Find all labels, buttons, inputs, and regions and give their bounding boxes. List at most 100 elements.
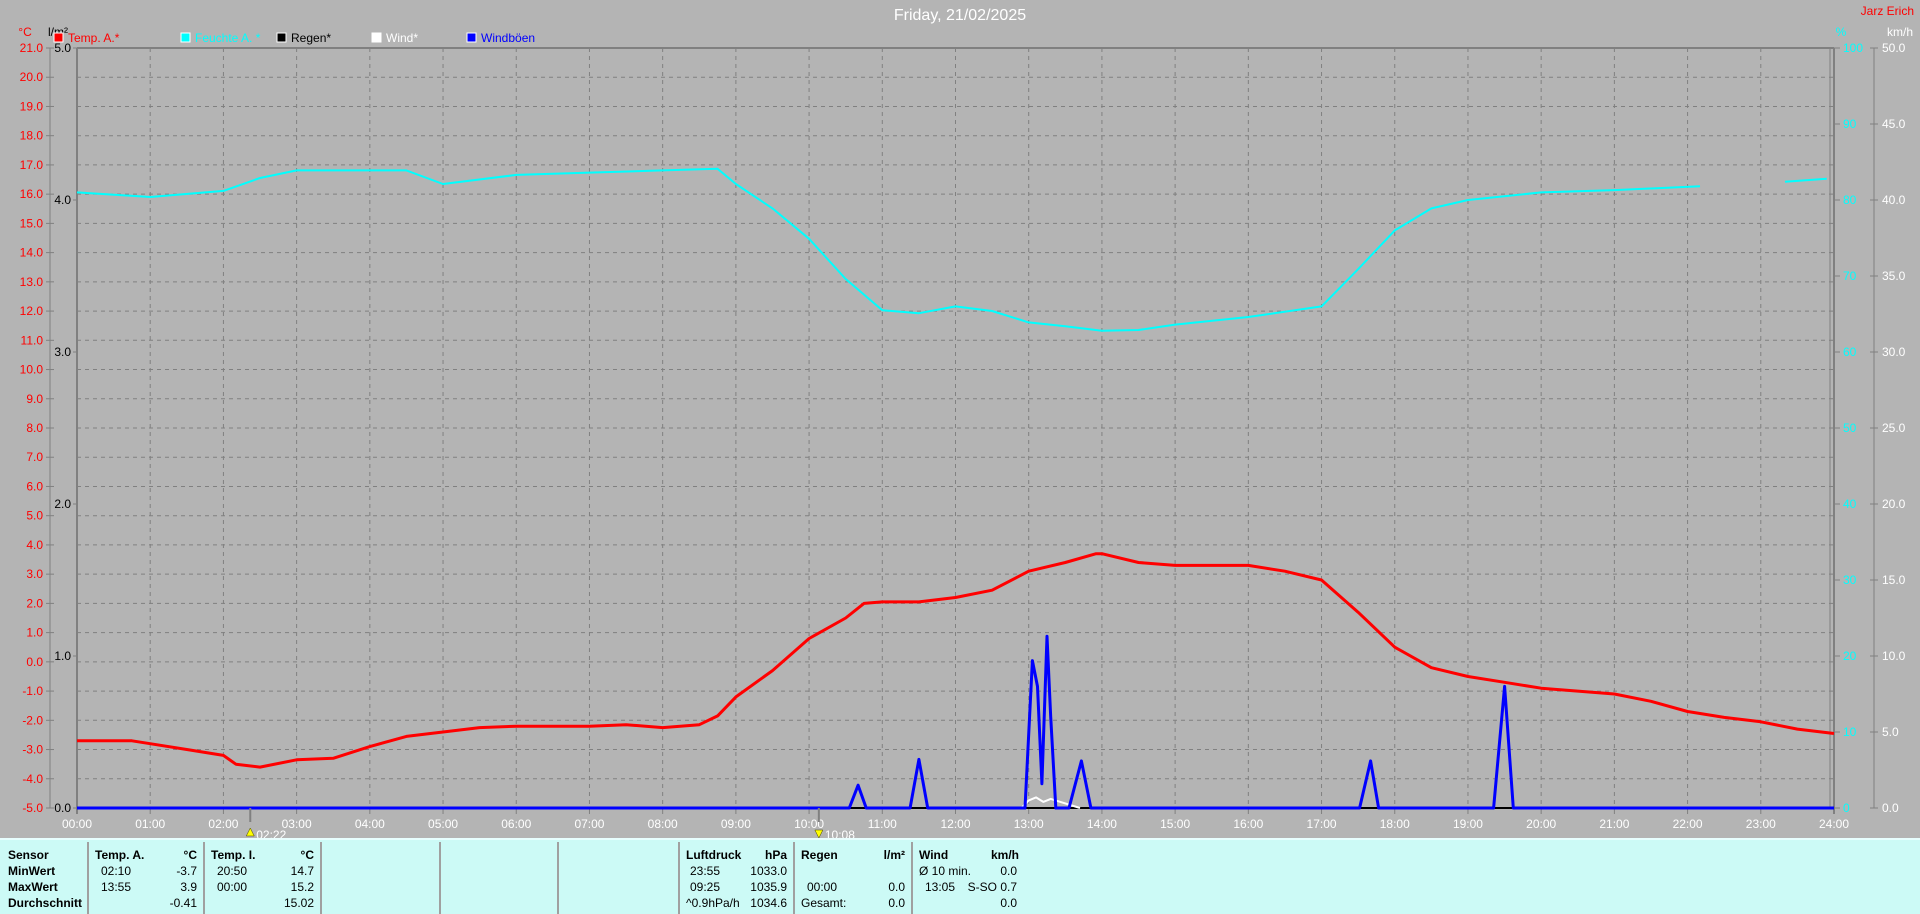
wind-tick-label: 20.0	[1882, 497, 1906, 511]
temp-tick-label: 19.0	[20, 99, 44, 113]
humidity-tick-label: 20	[1843, 649, 1857, 663]
rain-unit-label: l/m²	[884, 848, 905, 862]
x-tick-label: 24:00	[1819, 817, 1849, 831]
wind-tick-label: 40.0	[1882, 193, 1906, 207]
x-tick-label: 01:00	[135, 817, 165, 831]
temp-tick-label: 2.0	[26, 596, 43, 610]
temp-tick-label: 15.0	[20, 216, 44, 230]
humidity-tick-label: 70	[1843, 269, 1857, 283]
temp-tick-label: 9.0	[26, 392, 43, 406]
wind-tick-label: 10.0	[1882, 649, 1906, 663]
temp-tick-label: 12.0	[20, 304, 44, 318]
humidity-tick-label: 40	[1843, 497, 1857, 511]
x-tick-label: 21:00	[1599, 817, 1629, 831]
x-tick-label: 11:00	[868, 817, 897, 831]
cell: -3.7	[176, 864, 197, 878]
temp-tick-label: 13.0	[20, 275, 44, 289]
legend-swatch	[372, 33, 381, 42]
x-tick-label: 09:00	[721, 817, 751, 831]
cell: ^0.9hPa/h	[686, 896, 740, 910]
wind-unit: km/h	[1887, 25, 1913, 39]
temp-a-column: Temp. A. °C 02:10 -3.7 13:55 3.9 -0.41	[89, 842, 205, 914]
temp-tick-label: 17.0	[20, 158, 44, 172]
weather-chart: Friday, 21/02/2025 Jarz Erich °C l/m² % …	[0, 0, 1920, 838]
temp-tick-label: 10.0	[20, 363, 44, 377]
temp-tick-label: 6.0	[26, 479, 43, 493]
temp-a-header: Temp. A.	[95, 848, 144, 862]
cell: 1033.0	[750, 864, 787, 878]
temp-tick-label: -4.0	[22, 772, 43, 786]
pressure-unit: hPa	[765, 848, 787, 862]
markers: 02:2210:08	[246, 808, 855, 838]
temp-tick-label: 16.0	[20, 187, 44, 201]
author-label: Jarz Erich	[1861, 4, 1914, 18]
cell: 0.0	[888, 880, 905, 894]
row-label: MaxWert	[8, 880, 58, 894]
legend: Temp. A.*Feuchte A. *Regen*Wind*Windböen	[54, 31, 535, 45]
axes: 21.020.019.018.017.016.015.014.013.012.0…	[20, 41, 1906, 831]
cell: -0.41	[170, 896, 197, 910]
empty-column	[559, 842, 680, 914]
wind-tick-label: 15.0	[1882, 573, 1906, 587]
cell: 0.0	[888, 896, 905, 910]
cell: 13:05	[925, 880, 955, 894]
wind-column: Wind km/h Ø 10 min. 0.0 13:05 S-SO 0.7 0…	[913, 842, 1920, 914]
temp-tick-label: 14.0	[20, 246, 44, 260]
humidity-tick-label: 0	[1843, 801, 1850, 815]
rain-tick-label: 5.0	[54, 41, 71, 55]
cell: 15.2	[291, 880, 314, 894]
row-label: MinWert	[8, 864, 55, 878]
x-tick-label: 22:00	[1673, 817, 1703, 831]
wind-tick-label: 30.0	[1882, 345, 1906, 359]
legend-swatch	[181, 33, 190, 42]
rain-tick-label: 4.0	[54, 193, 71, 207]
temp-tick-label: 20.0	[20, 70, 44, 84]
x-tick-label: 18:00	[1380, 817, 1410, 831]
humidity-tick-label: 30	[1843, 573, 1857, 587]
cell: S-SO 0.7	[953, 880, 1017, 894]
cell: 3.9	[180, 880, 197, 894]
humidity-tick-label: 90	[1843, 117, 1857, 131]
arrow-down-icon	[815, 830, 823, 838]
pressure-header: Luftdruck	[686, 848, 741, 862]
rain-tick-label: 1.0	[54, 649, 71, 663]
temp-tick-label: 7.0	[26, 450, 43, 464]
series-line-feuchte-a	[1785, 179, 1827, 182]
temp-i-unit: °C	[301, 848, 314, 862]
pressure-column: Luftdruck hPa 23:55 1033.0 09:25 1035.9 …	[680, 842, 795, 914]
x-tick-label: 08:00	[648, 817, 678, 831]
humidity-tick-label: 60	[1843, 345, 1857, 359]
temp-tick-label: -3.0	[22, 743, 43, 757]
rain-tick-label: 0.0	[54, 801, 71, 815]
cell: 0.0	[953, 896, 1017, 910]
rain-column: Regen l/m² 00:00 0.0 Gesamt: 0.0	[795, 842, 913, 914]
marker-label: 02:22	[256, 828, 286, 838]
cell: 1035.9	[750, 880, 787, 894]
cell: 14.7	[291, 864, 314, 878]
legend-swatch	[467, 33, 476, 42]
x-tick-label: 00:00	[62, 817, 92, 831]
x-tick-label: 16:00	[1233, 817, 1263, 831]
legend-label: Windböen	[481, 31, 535, 45]
x-tick-label: 15:00	[1160, 817, 1190, 831]
cell: 02:10	[101, 864, 131, 878]
cell: 0.0	[953, 864, 1017, 878]
temp-tick-label: -1.0	[22, 684, 43, 698]
wind-unit-label: km/h	[991, 848, 1017, 862]
wind-tick-label: 35.0	[1882, 269, 1906, 283]
rain-tick-label: 2.0	[54, 497, 71, 511]
sensor-header: Sensor	[8, 848, 49, 862]
temp-a-unit: °C	[184, 848, 197, 862]
series-line-feuchte-a	[77, 169, 1700, 331]
temp-i-column: Temp. I. °C 20:50 14.7 00:00 15.2 15.02	[205, 842, 322, 914]
legend-label: Feuchte A. *	[195, 31, 261, 45]
temp-tick-label: -5.0	[22, 801, 43, 815]
cell: 1034.6	[750, 896, 787, 910]
legend-label: Wind*	[386, 31, 418, 45]
wind-tick-label: 50.0	[1882, 41, 1906, 55]
cell: 00:00	[807, 880, 837, 894]
temp-tick-label: 4.0	[26, 538, 43, 552]
cell: 20:50	[217, 864, 247, 878]
legend-label: Regen*	[291, 31, 331, 45]
humidity-tick-label: 10	[1843, 725, 1857, 739]
